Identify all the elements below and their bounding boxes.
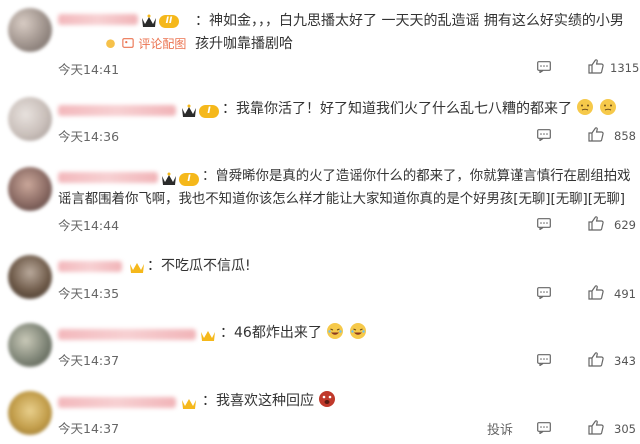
- comment-text: ：我靠你活了！好了知道我们火了什么乱七八糟的都来了: [222, 98, 632, 121]
- comment-text: ：不吃瓜不信瓜!: [147, 258, 251, 274]
- timestamp: 今天14:41: [58, 62, 120, 77]
- comment-text: ：曾舜晞你是真的火了造谣你什么的都来了，你就算谨言慎行在剧组拍戏谣言都围着你飞啊…: [58, 169, 631, 207]
- like-count: 858: [614, 129, 636, 143]
- comment-item: II ：神如金，，，白九思播太好了 一天天的乱造谣 拥有这么好实绩的小男孩升咖靠…: [0, 0, 640, 80]
- smirk-emoji-icon: [577, 99, 594, 115]
- timestamp: 今天14:44: [58, 218, 120, 233]
- thumbs-up-icon[interactable]: [588, 420, 604, 435]
- username[interactable]: [58, 329, 196, 340]
- comment-item: ：不吃瓜不信瓜! 今天14:35 491: [0, 250, 640, 310]
- comment-item: I ：我靠你活了！好了知道我们火了什么乱七八糟的都来了 今天14:36 858: [0, 92, 640, 152]
- comment-icon[interactable]: [537, 218, 551, 230]
- avatar[interactable]: [8, 8, 52, 52]
- crown-icon: [142, 14, 156, 27]
- comment-icon[interactable]: [537, 61, 551, 73]
- comment-item: ：46都炸出来了 今天14:37 343: [0, 318, 640, 378]
- crown-icon: [182, 399, 196, 409]
- smirk-emoji-icon: [599, 99, 616, 115]
- comment-text: ：我喜欢这种回应: [202, 390, 502, 413]
- username[interactable]: [58, 261, 122, 272]
- report-link[interactable]: 投诉: [487, 419, 513, 438]
- crown-icon: [182, 104, 196, 117]
- timestamp: 今天14:37: [58, 421, 120, 436]
- thumbs-up-icon[interactable]: [588, 59, 604, 74]
- comment-text: ：神如金，，，白九思播太好了 一天天的乱造谣 拥有这么好实绩的小男孩升咖靠播剧哈: [195, 13, 624, 52]
- comment-list: II ：神如金，，，白九思播太好了 一天天的乱造谣 拥有这么好实绩的小男孩升咖靠…: [0, 0, 640, 444]
- comment-item: ：我喜欢这种回应 今天14:37 投诉 305: [0, 386, 640, 444]
- username[interactable]: [58, 14, 138, 25]
- level-badge: II: [141, 13, 179, 29]
- thumbs-up-icon[interactable]: [588, 127, 604, 142]
- laughing-emoji-icon: [327, 323, 344, 339]
- avatar[interactable]: [8, 167, 52, 211]
- like-count: 343: [614, 354, 636, 368]
- comment-icon[interactable]: [537, 422, 551, 434]
- thumbs-up-icon[interactable]: [588, 216, 604, 231]
- crown-icon: [201, 331, 215, 341]
- level-badge: I: [181, 103, 219, 119]
- ok-hand-emoji-icon: [106, 39, 116, 49]
- surprised-emoji-icon: [319, 391, 336, 407]
- comment-image-link[interactable]: 评论配图: [138, 37, 186, 51]
- thumbs-up-icon[interactable]: [588, 285, 604, 300]
- avatar[interactable]: [8, 255, 52, 299]
- crown-icon: [130, 263, 144, 273]
- comment-icon[interactable]: [537, 129, 551, 141]
- like-count: 629: [614, 218, 636, 232]
- level-label: II: [159, 14, 179, 28]
- image-icon[interactable]: [122, 37, 134, 49]
- avatar[interactable]: [8, 97, 52, 141]
- timestamp: 今天14:37: [58, 353, 120, 368]
- comment-icon[interactable]: [537, 354, 551, 366]
- comment-item: I ：曾舜晞你是真的火了造谣你什么的都来了，你就算谨言慎行在剧组拍戏谣言都围着你…: [0, 160, 640, 242]
- avatar[interactable]: [8, 323, 52, 367]
- like-count: 305: [614, 422, 636, 436]
- username[interactable]: [58, 105, 176, 116]
- comment-text: ：46都炸出来了: [220, 322, 520, 345]
- thumbs-up-icon[interactable]: [588, 352, 604, 367]
- timestamp: 今天14:36: [58, 129, 120, 144]
- like-count: 491: [614, 287, 636, 301]
- level-label: I: [199, 104, 219, 118]
- username[interactable]: [58, 397, 176, 408]
- timestamp: 今天14:35: [58, 286, 120, 301]
- like-count: 1315: [610, 61, 640, 75]
- avatar[interactable]: [8, 391, 52, 435]
- comment-icon[interactable]: [537, 287, 551, 299]
- laughing-emoji-icon: [349, 323, 366, 339]
- comment-text-wrap: 播剧哈 评论配图: [58, 33, 186, 56]
